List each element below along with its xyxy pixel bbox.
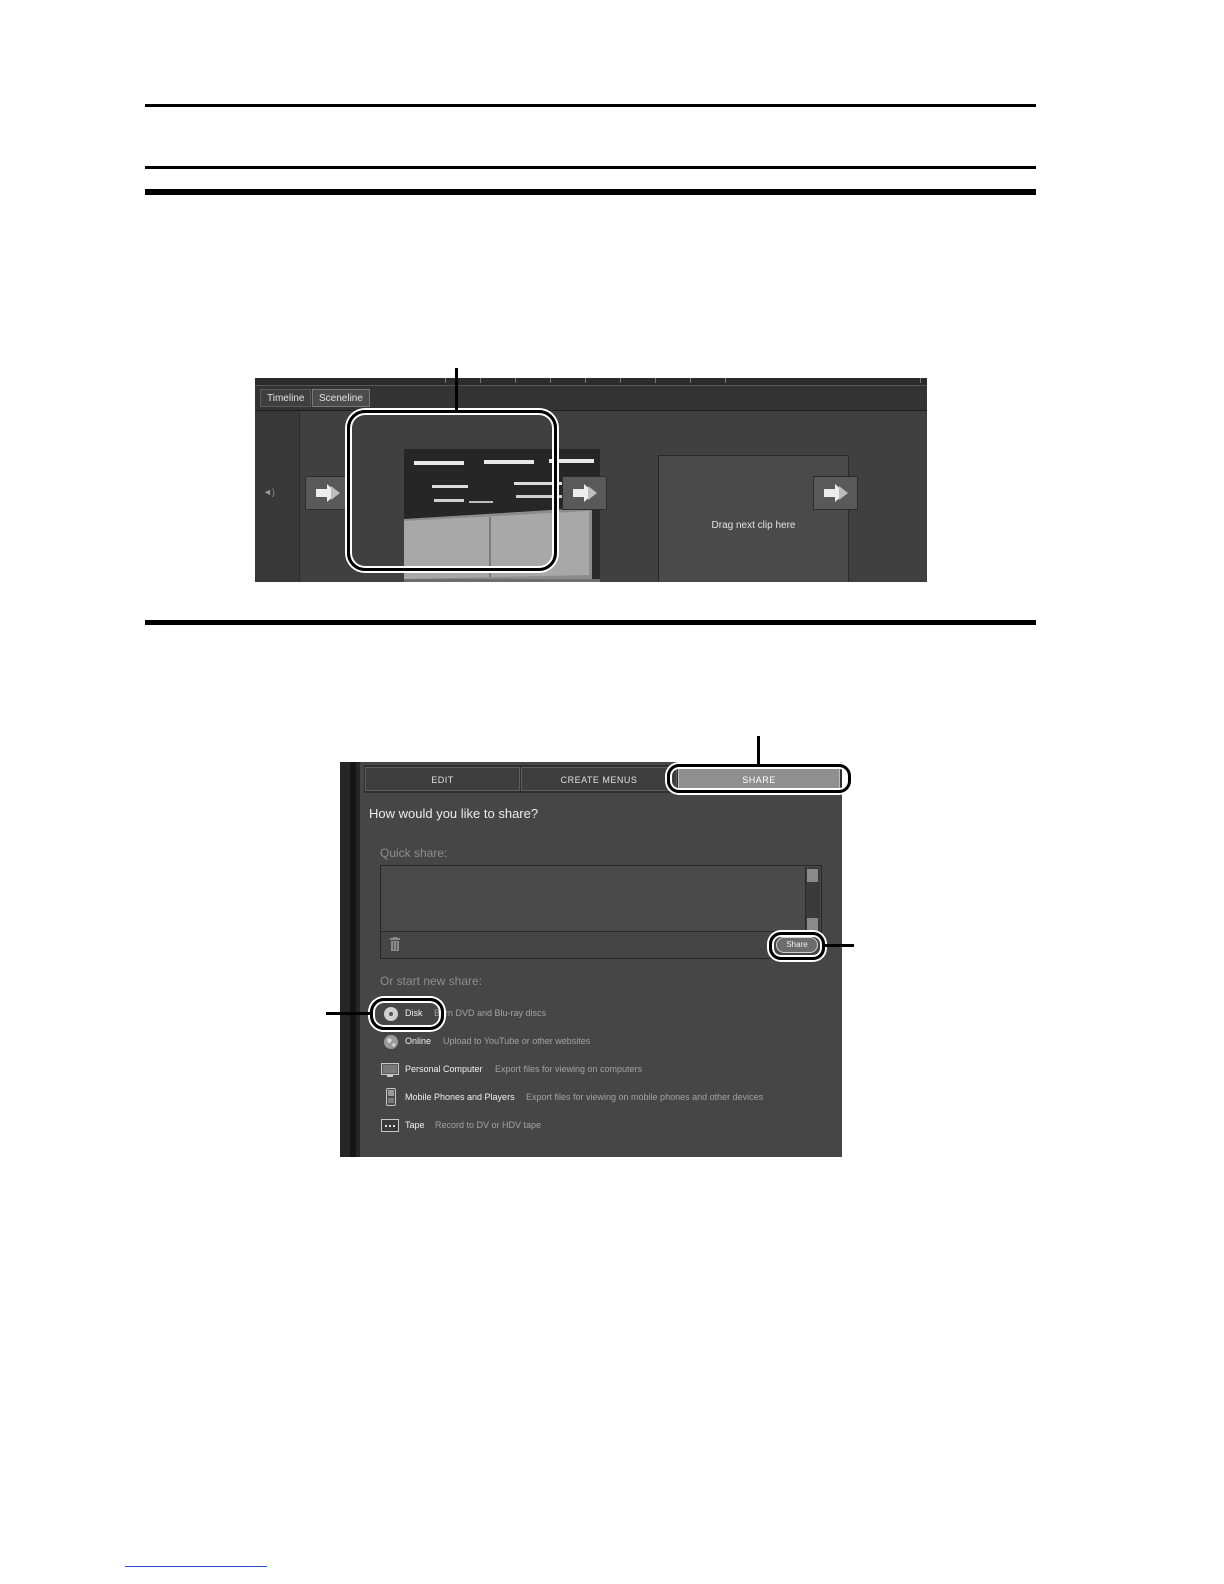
share-heading: How would you like to share? [369,806,539,821]
speaker-icon[interactable]: ◄) [263,487,275,497]
monitor-icon[interactable] [381,1063,399,1077]
option-mobile-label[interactable]: Mobile Phones and Players [405,1092,515,1102]
share-button-callout-highlight [769,932,825,960]
option-personal-computer-description: Export files for viewing on computers [495,1064,643,1074]
option-tape-label[interactable]: Tape [405,1120,425,1130]
sceneline-tab-bar: Timeline Sceneline [255,386,927,411]
footer-link-underline[interactable] [125,1566,267,1567]
disk-option-callout-highlight [370,998,444,1030]
quick-share-scrollbar[interactable] [805,867,820,933]
share-button-callout-leader [824,944,854,947]
new-share-label: Or start new share: [380,974,483,988]
audio-strip: ◄) [255,411,300,582]
header-rule-middle [145,166,1036,169]
option-mobile-description: Export files for viewing on mobile phone… [526,1092,764,1102]
option-online-description: Upload to YouTube or other websites [443,1036,591,1046]
quick-share-label: Quick share: [380,846,448,860]
trash-icon[interactable] [389,937,401,951]
clip-callout-highlight [347,410,557,571]
quick-share-toolbar [381,931,821,958]
tab-sceneline[interactable]: Sceneline [312,389,370,407]
option-disk-description: Burn DVD and Blu-ray discs [434,1008,547,1018]
sceneline-top-bar [255,378,927,386]
option-personal-computer-label[interactable]: Personal Computer [405,1064,483,1074]
globe-icon[interactable] [383,1034,399,1050]
mobile-phone-icon[interactable] [386,1088,396,1106]
arrow-right-icon [316,484,340,502]
tape-icon[interactable] [381,1119,399,1132]
section-rule [145,620,1036,625]
disk-option-callout-leader [326,1012,372,1015]
manual-page: { "sceneline": { "tabs": ["Timeline", "S… [0,0,1224,1584]
arrow-right-icon [573,484,597,502]
option-online-label[interactable]: Online [405,1036,431,1046]
tab-create-menus[interactable]: CREATE MENUS [521,767,677,791]
tab-timeline[interactable]: Timeline [260,389,312,407]
share-tab-callout-leader [757,736,760,765]
transition-slot-2[interactable] [562,476,607,510]
transition-slot-3[interactable] [813,476,858,510]
drop-zone[interactable]: Drag next clip here [658,455,849,582]
header-rule-bottom [145,189,1036,195]
transition-slot-1[interactable] [305,476,350,510]
header-rule-top [145,104,1036,107]
quick-share-list[interactable] [380,865,822,959]
arrow-right-icon [824,484,848,502]
drop-zone-text: Drag next clip here [711,520,796,531]
clip-callout-leader [455,368,458,412]
scroll-up-button[interactable] [807,869,818,882]
share-tab-callout-highlight [667,764,851,793]
panel-edge-inner [350,762,356,1157]
share-panel: EDIT CREATE MENUS SHARE How would you li… [340,762,842,1157]
option-tape-description: Record to DV or HDV tape [435,1120,542,1130]
tab-edit[interactable]: EDIT [365,767,520,791]
scroll-down-button[interactable] [807,918,818,931]
